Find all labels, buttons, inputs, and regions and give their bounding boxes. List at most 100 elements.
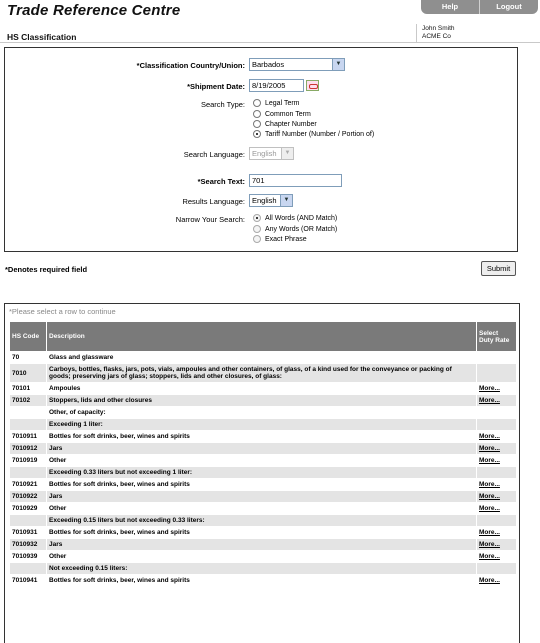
table-row[interactable]: 70101 Ampoules More... [9,382,517,395]
description-cell: Bottles for soft drinks, beer, wines and… [46,574,477,587]
col-hs-code: HS Code [9,321,47,352]
description-cell: Glass and glassware [46,351,477,364]
more-link[interactable]: More... [476,442,517,455]
table-row[interactable]: Exceeding 0.33 liters but not exceeding … [9,466,517,479]
hs-code-cell: 7010922 [9,490,47,503]
description-cell: Other [46,550,477,563]
search-language-label: Search Language: [183,150,245,159]
search-text-label: *Search Text: [197,177,245,186]
description-cell: Bottles for soft drinks, beer, wines and… [46,430,477,443]
more-link[interactable]: More... [476,394,517,407]
header-divider-vertical [416,24,417,42]
table-row[interactable]: Not exceeding 0.15 liters: [9,562,517,575]
table-row[interactable]: 7010 Carboys, bottles, flasks, jars, pots… [9,363,517,383]
table-row[interactable]: 70102 Stoppers, lids and other closures Mo… [9,394,517,407]
results-language-label: Results Language: [182,197,245,206]
table-row[interactable]: 7010912 Jars More... [9,442,517,455]
more-link[interactable]: More... [476,430,517,443]
radio-legal-term[interactable]: Legal Term [253,99,300,107]
calendar-icon[interactable] [306,80,319,91]
ship-date-input[interactable]: 8/19/2005 [249,79,304,92]
top-nav: Help Logout [421,0,538,14]
radio-exact-phrase[interactable]: Exact Phrase [253,235,307,243]
more-link[interactable]: More... [476,382,517,395]
radio-icon [253,99,261,107]
more-link[interactable]: More... [476,574,517,587]
results-panel: *Please select a row to continue HS Code… [4,303,520,643]
search-type-label: Search Type: [200,100,245,109]
more-link[interactable]: More... [476,550,517,563]
more-link[interactable]: More... [476,526,517,539]
table-row[interactable]: 7010931 Bottles for soft drinks, beer, wi… [9,526,517,539]
hs-code-cell: 7010939 [9,550,47,563]
app-title: Trade Reference Centre [7,2,181,19]
radio-icon [253,235,261,243]
table-row[interactable]: Exceeding 0.15 liters but not exceeding … [9,514,517,527]
table-row[interactable]: 7010922 Jars More... [9,490,517,503]
hs-code-cell [9,418,47,431]
description-cell: Carboys, bottles, flasks, jars, pots, vi… [46,363,477,383]
more-link[interactable]: More... [476,478,517,491]
more-link [476,406,517,419]
hs-code-cell: 7010912 [9,442,47,455]
hs-code-cell: 7010932 [9,538,47,551]
hs-code-cell: 70102 [9,394,47,407]
more-link [476,562,517,575]
col-description: Description [46,321,477,352]
search-language-value: English [252,149,277,158]
hs-code-cell: 7010921 [9,478,47,491]
more-link [476,514,517,527]
search-text-input[interactable]: 701 [249,174,342,187]
help-link[interactable]: Help [421,0,479,14]
results-table: HS Code Description Select Duty Rate 70 G… [9,321,517,587]
country-value: Barbados [252,60,285,69]
hs-code-cell [9,466,47,479]
radio-chapter-number[interactable]: Chapter Number [253,120,317,128]
radio-label: All Words (AND Match) [265,214,338,222]
table-row[interactable]: 7010921 Bottles for soft drinks, beer, wi… [9,478,517,491]
more-link[interactable]: More... [476,502,517,515]
description-cell: Ampoules [46,382,477,395]
logout-link[interactable]: Logout [479,0,538,14]
ship-date-label: *Shipment Date: [187,82,245,91]
more-link[interactable]: More... [476,538,517,551]
table-row[interactable]: 7010939 Other More... [9,550,517,563]
radio-common-term[interactable]: Common Term [253,110,311,118]
radio-label: Chapter Number [265,120,317,128]
table-row[interactable]: 70 Glass and glassware [9,351,517,364]
description-cell: Jars [46,538,477,551]
user-company: ACME Co [422,33,451,40]
table-row[interactable]: Other, of capacity: [9,406,517,419]
more-link [476,351,517,364]
radio-any-words[interactable]: Any Words (OR Match) [253,225,337,233]
description-cell: Jars [46,490,477,503]
more-link[interactable]: More... [476,454,517,467]
country-select[interactable]: Barbados ▼ [249,58,345,71]
col-select-duty-rate: Select Duty Rate [476,321,517,352]
description-cell: Other [46,502,477,515]
table-row[interactable]: 7010911 Bottles for soft drinks, beer, wi… [9,430,517,443]
results-hint: *Please select a row to continue [9,307,116,316]
hs-code-cell: 70 [9,351,47,364]
radio-selected-icon [253,130,261,138]
radio-selected-icon [253,214,261,222]
description-cell: Stoppers, lids and other closures [46,394,477,407]
description-cell: Other, of capacity: [46,406,477,419]
table-row[interactable]: 7010919 Other More... [9,454,517,467]
radio-label: Common Term [265,110,311,118]
results-language-select[interactable]: English ▼ [249,194,293,207]
description-cell: Exceeding 0.15 liters but not exceeding … [46,514,477,527]
submit-button[interactable]: Submit [481,261,516,276]
table-row[interactable]: 7010929 Other More... [9,502,517,515]
more-link[interactable]: More... [476,490,517,503]
more-link [476,466,517,479]
radio-tariff-number[interactable]: Tariff Number (Number / Portion of) [253,130,374,138]
table-row[interactable]: Exceeding 1 liter: [9,418,517,431]
hs-code-cell: 7010931 [9,526,47,539]
radio-all-words[interactable]: All Words (AND Match) [253,214,337,222]
description-cell: Exceeding 0.33 liters but not exceeding … [46,466,477,479]
hs-code-cell: 7010941 [9,574,47,587]
radio-icon [253,120,261,128]
table-row[interactable]: 7010941 Bottles for soft drinks, beer, wi… [9,574,517,587]
table-row[interactable]: 7010932 Jars More... [9,538,517,551]
